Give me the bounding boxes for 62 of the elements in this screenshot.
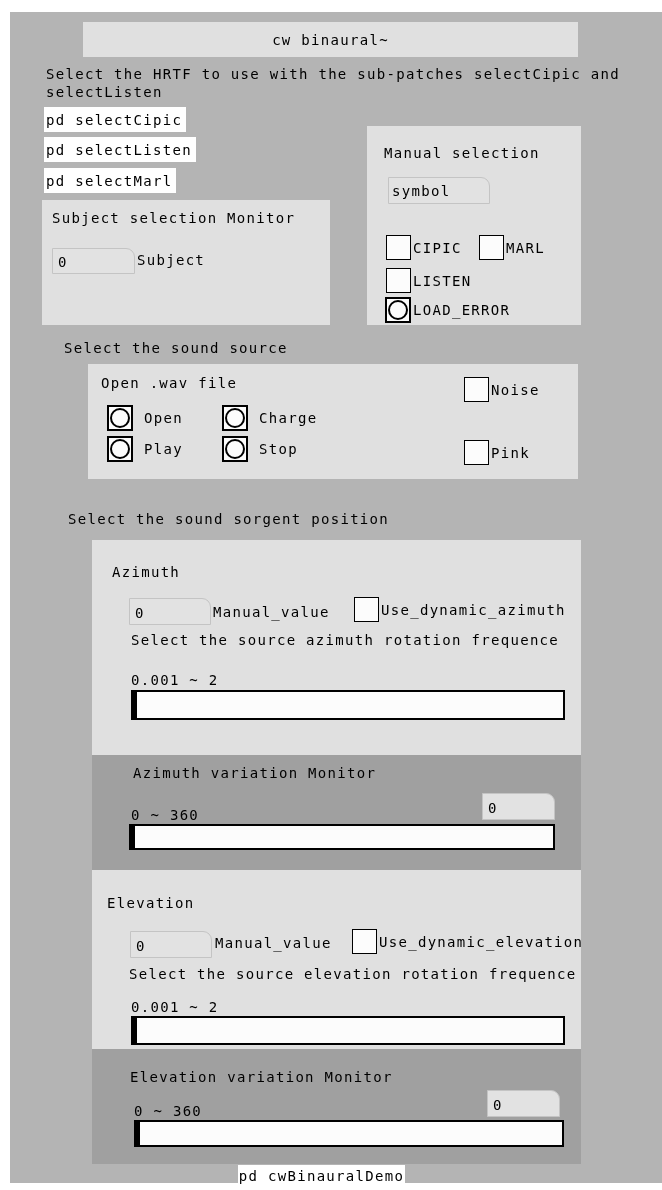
slider-track[interactable] — [131, 1016, 565, 1045]
range-label: 0 ~ 360 — [134, 1102, 203, 1120]
toggle-checkbox[interactable] — [464, 440, 489, 465]
control-label: Use_dynamic_azimuth — [381, 600, 566, 619]
bang-button[interactable] — [222, 436, 248, 462]
control-label: MARL — [506, 238, 545, 257]
number-box[interactable]: 0 — [487, 1090, 560, 1117]
control-label: Play — [144, 440, 183, 458]
description-text: Select the source elevation rotation frequence — [129, 965, 577, 983]
control-label: LOAD_ERROR — [413, 301, 511, 319]
number-label: Subject — [137, 251, 206, 269]
toggle-checkbox[interactable] — [386, 235, 411, 260]
bang-button[interactable] — [222, 405, 248, 431]
range-label: 0 ~ 360 — [131, 806, 200, 824]
number-label: Manual_value — [213, 603, 330, 621]
slider-track[interactable] — [134, 1120, 564, 1147]
toggle-checkbox[interactable] — [386, 268, 411, 293]
toggle-checkbox[interactable] — [464, 377, 489, 402]
intro-comment: Select the HRTF to use with the sub-patches selectCipic and selectListen — [46, 65, 621, 101]
control-label: Charge — [259, 409, 318, 427]
number-box[interactable]: 0 — [129, 598, 211, 625]
panel-title: Subject selection Monitor — [52, 209, 296, 227]
slider-handle[interactable] — [131, 826, 135, 848]
panel-title: Azimuth — [112, 563, 181, 581]
control-label: LISTEN — [413, 271, 472, 290]
control-label: Pink — [491, 443, 530, 462]
title-panel: cw binaural~ — [83, 22, 578, 57]
toggle-checkbox[interactable] — [354, 597, 379, 622]
control-label: Open — [144, 409, 183, 427]
panel-title: Azimuth variation Monitor — [133, 764, 377, 782]
control-label: Noise — [491, 380, 540, 399]
symbol-box[interactable]: symbol — [388, 177, 490, 204]
slider-track[interactable] — [131, 690, 565, 720]
toggle-checkbox[interactable] — [352, 929, 377, 954]
bang-button[interactable] — [107, 436, 133, 462]
range-label: 0.001 ~ 2 — [131, 671, 219, 689]
toggle-checkbox[interactable] — [479, 235, 504, 260]
number-box[interactable]: 0 — [482, 793, 555, 820]
panel-title: Open .wav file — [101, 374, 238, 392]
section-heading: Select the sound source — [64, 339, 288, 357]
number-label: Manual_value — [215, 934, 332, 952]
control-label: Use_dynamic_elevation — [379, 932, 584, 951]
slider-handle[interactable] — [133, 692, 137, 718]
bang-button[interactable] — [385, 297, 411, 323]
panel-title: Elevation — [107, 894, 195, 912]
number-box[interactable]: 0 — [130, 931, 212, 958]
section-heading: Select the sound sorgent position — [68, 510, 390, 528]
panel-title: Elevation variation Monitor — [130, 1068, 393, 1086]
control-label: CIPIC — [413, 238, 462, 257]
slider-handle[interactable] — [136, 1122, 140, 1145]
subpatch-object[interactable]: pd selectCipic — [44, 107, 186, 132]
slider-track[interactable] — [129, 824, 555, 850]
subpatch-object[interactable]: pd cwBinauralDemo — [238, 1165, 405, 1186]
subpatch-object[interactable]: pd selectListen — [44, 137, 196, 162]
subpatch-object[interactable]: pd selectMarl — [44, 168, 176, 193]
control-label: Stop — [259, 440, 298, 458]
range-label: 0.001 ~ 2 — [131, 998, 219, 1016]
bang-button[interactable] — [107, 405, 133, 431]
panel-title: Manual selection — [384, 144, 540, 162]
number-box[interactable]: 0 — [52, 248, 135, 274]
description-text: Select the source azimuth rotation frequence — [131, 631, 560, 649]
slider-handle[interactable] — [133, 1018, 137, 1043]
